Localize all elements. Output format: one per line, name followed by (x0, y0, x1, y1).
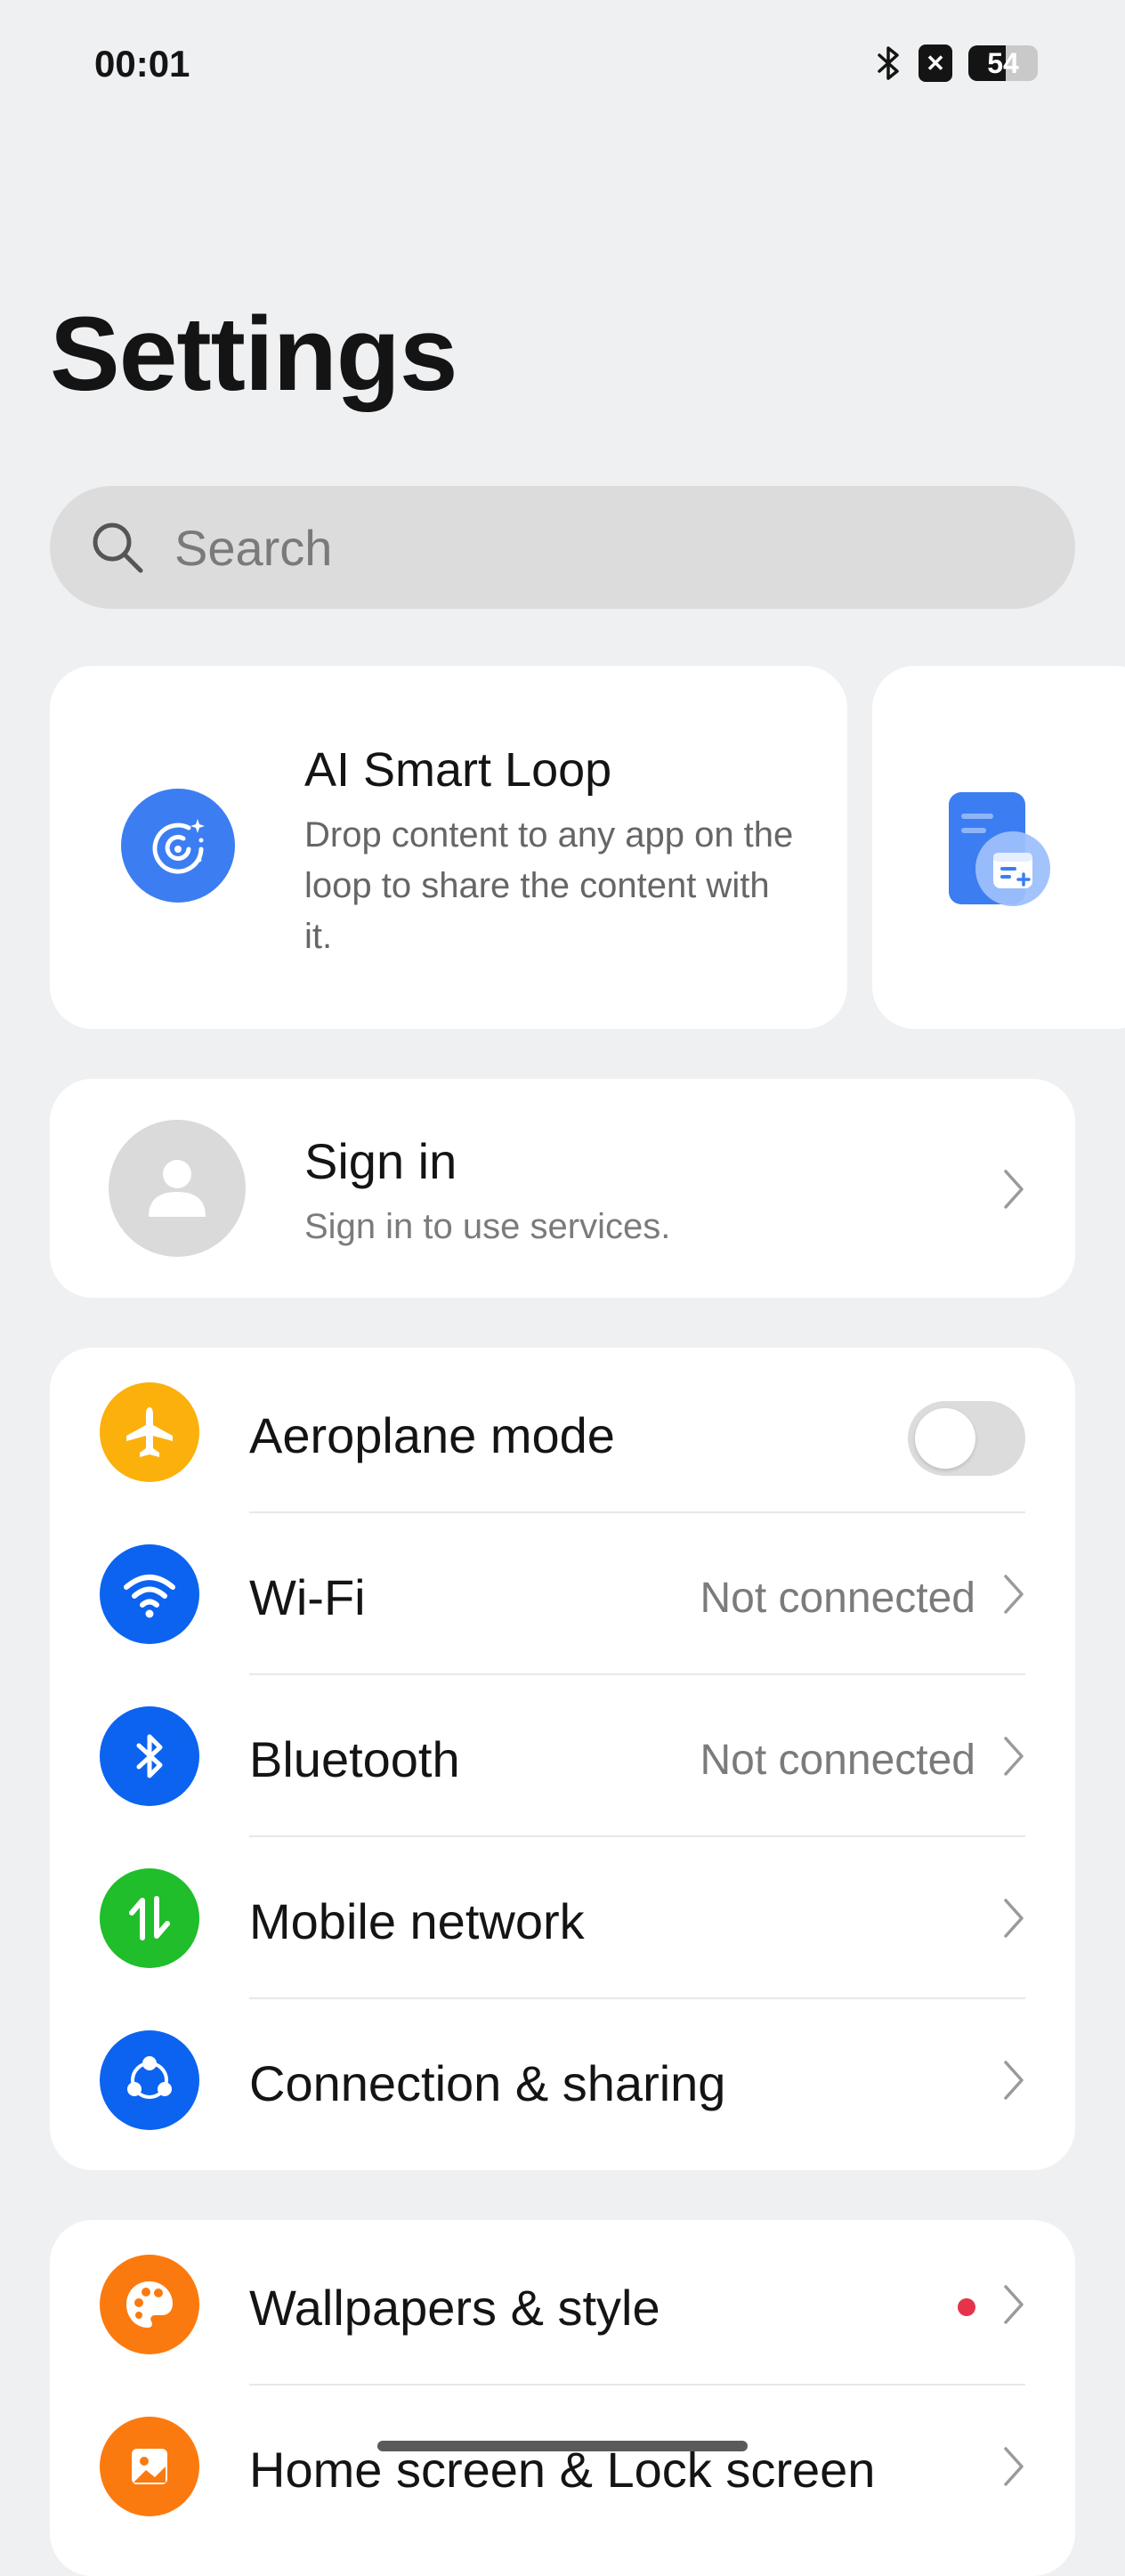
chevron-right-icon (1004, 2447, 1024, 2486)
ai-smart-loop-card[interactable]: AI Smart Loop Drop content to any app on… (50, 666, 847, 1029)
bluetooth-icon (878, 46, 899, 80)
aeroplane-mode-toggle[interactable] (908, 1401, 1025, 1476)
palette-icon (100, 2255, 199, 2354)
row-label: Bluetooth (249, 1731, 460, 1787)
chevron-right-icon (1004, 2061, 1024, 2100)
chevron-right-icon (1004, 1737, 1024, 1776)
notification-badge (958, 2298, 975, 2316)
sign-in-subtitle: Sign in to use services. (304, 1207, 671, 1246)
row-label: Aeroplane mode (249, 1407, 615, 1463)
mobile-network-row[interactable]: Mobile network (50, 1837, 1075, 1999)
chevron-right-icon (1004, 2285, 1024, 2324)
home-screen-icon (100, 2417, 199, 2516)
bluetooth-icon (100, 1706, 199, 1806)
search-icon (93, 522, 143, 573)
bluetooth-row[interactable]: Bluetooth Not connected (50, 1675, 1075, 1837)
smart-loop-icon (121, 789, 235, 903)
user-icon (149, 1160, 206, 1217)
connectivity-section: Aeroplane mode Wi-Fi Not connected Bluet… (50, 1348, 1075, 2170)
row-label: Wi-Fi (249, 1569, 366, 1625)
page-title: Settings (50, 296, 457, 413)
connection-sharing-row[interactable]: Connection & sharing (50, 1999, 1075, 2161)
avatar (109, 1120, 246, 1257)
battery-level: 54 (987, 46, 1019, 79)
status-time: 00:01 (94, 43, 190, 85)
chevron-right-icon (1004, 1899, 1024, 1938)
aeroplane-mode-row[interactable]: Aeroplane mode (50, 1351, 1075, 1513)
search-bar[interactable] (50, 486, 1075, 609)
card-description: Drop content to any app on the loop to s… (304, 815, 794, 956)
home-indicator[interactable] (377, 2441, 748, 2451)
card-title: AI Smart Loop (304, 743, 612, 797)
status-icons: ✕ 54 (876, 45, 1038, 82)
wifi-status: Not connected (700, 1575, 975, 1622)
battery-icon: 54 (968, 45, 1038, 81)
personalization-section: Wallpapers & style Home screen & Lock sc… (50, 2220, 1075, 2576)
row-label: Mobile network (249, 1893, 585, 1949)
connection-sharing-icon (100, 2030, 199, 2130)
search-input[interactable] (173, 517, 977, 578)
chevron-right-icon (1004, 1575, 1024, 1614)
sign-in-title: Sign in (304, 1133, 457, 1189)
mobile-network-icon (100, 1868, 199, 1968)
home-lock-screen-row[interactable]: Home screen & Lock screen (50, 2386, 1075, 2548)
calendar-document-icon (949, 792, 1050, 906)
wallpapers-style-row[interactable]: Wallpapers & style (50, 2224, 1075, 2386)
feature-card-next[interactable] (872, 666, 1125, 1029)
row-label: Wallpapers & style (249, 2280, 660, 2336)
row-label: Connection & sharing (249, 2055, 726, 2111)
toggle-knob (915, 1408, 975, 1469)
close-box-icon: ✕ (919, 45, 952, 82)
sign-in-card[interactable]: Sign in Sign in to use services. (50, 1079, 1075, 1298)
chevron-right-icon (1004, 1170, 1024, 1209)
wifi-icon (100, 1544, 199, 1644)
wifi-row[interactable]: Wi-Fi Not connected (50, 1513, 1075, 1675)
bluetooth-status: Not connected (700, 1737, 975, 1784)
airplane-icon (100, 1382, 199, 1482)
